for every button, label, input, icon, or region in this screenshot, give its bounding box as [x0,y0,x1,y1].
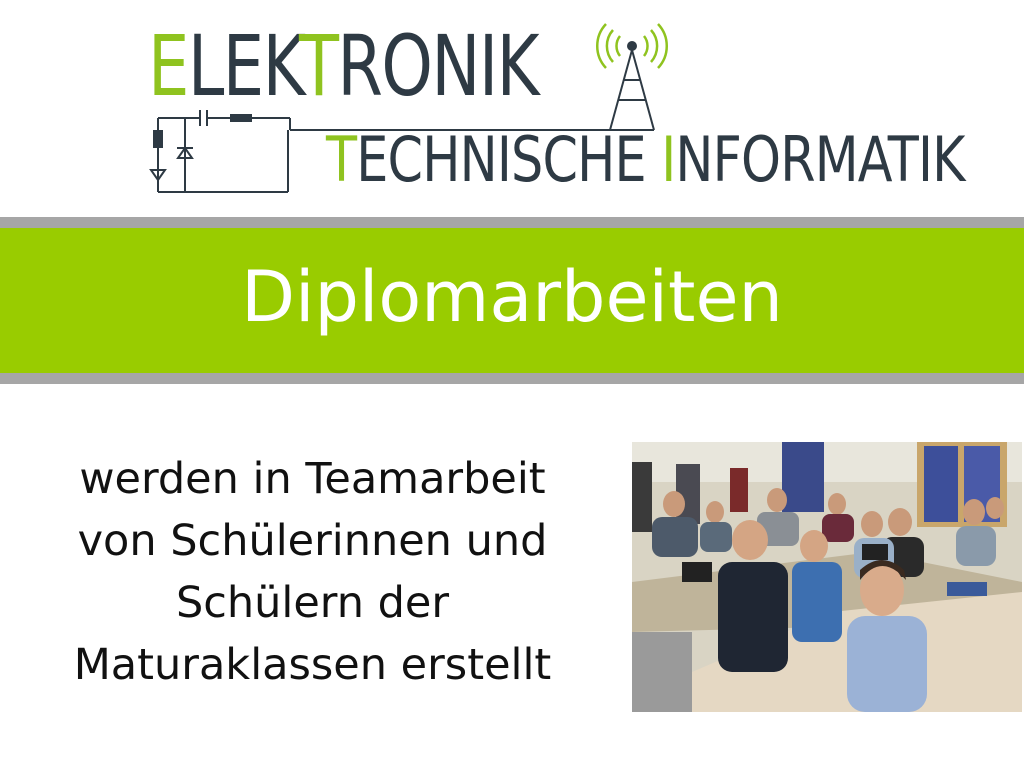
description-line: Maturaklassen erstellt [73,640,552,690]
description-line: von Schülerinnen und [77,516,548,566]
title-banner: Diplomarbeiten [0,228,1024,373]
banner-bottom-border [0,373,1024,384]
banner-top-border [0,217,1024,228]
description-text: werden in Teamarbeit von Schülerinnen un… [40,448,585,696]
description-line: Schülern der [175,578,450,628]
page-title: Diplomarbeiten [241,255,783,338]
description-line: werden in Teamarbeit [79,454,546,504]
logo-title: ELEKTRONIK [148,17,540,115]
logo-subtitle: TECHNISCHE INFORMATIK [326,123,966,196]
classroom-photo [632,442,1022,712]
school-logo: ELEKTRONIK TECHNISCHE INFORMATIK [140,17,966,203]
